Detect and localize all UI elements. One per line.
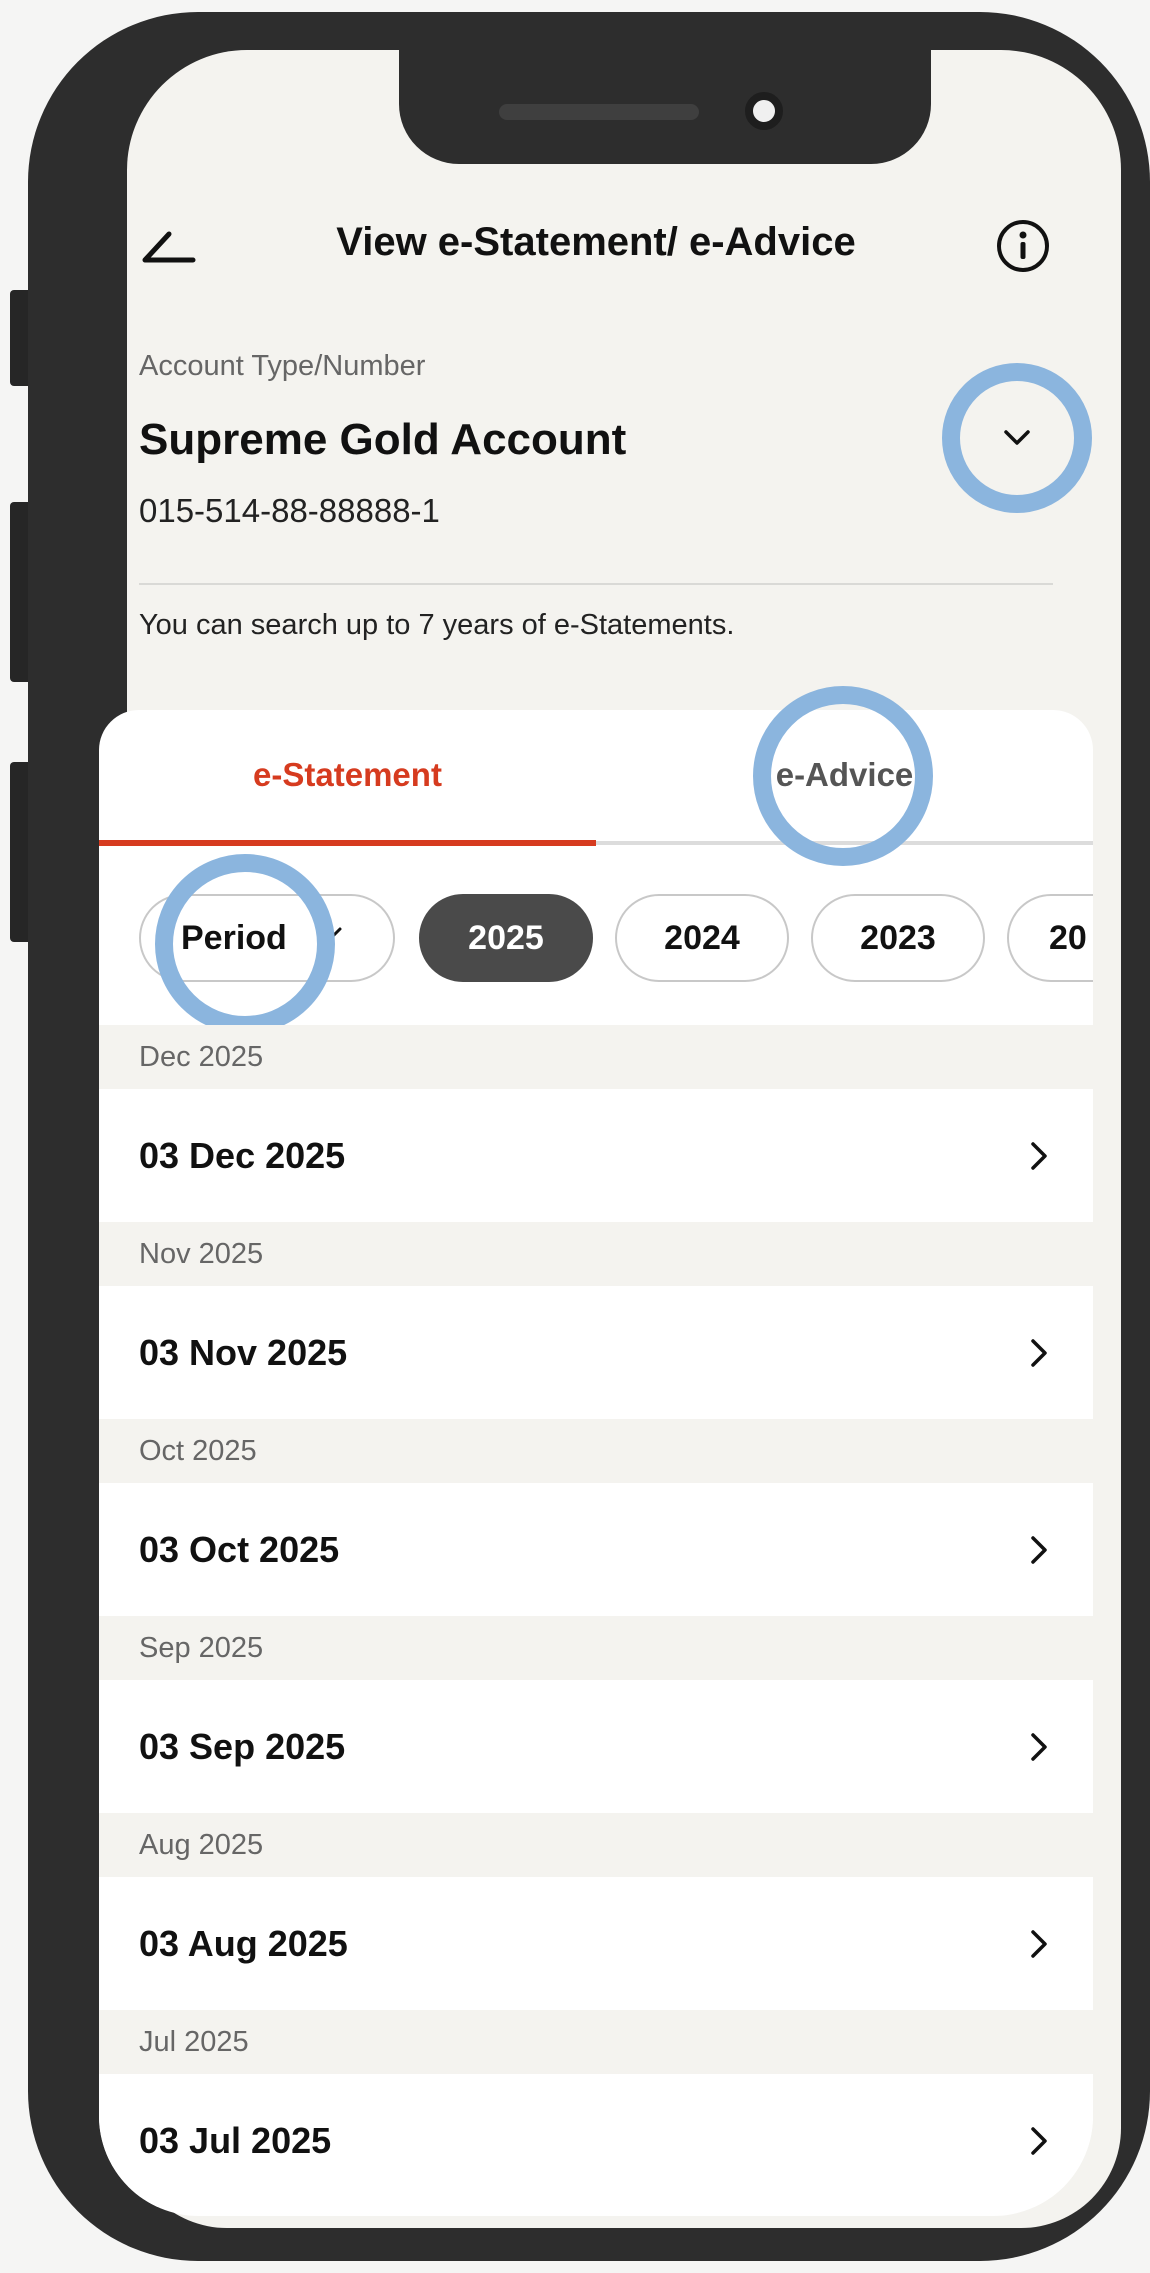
statement-row[interactable]: 03 Nov 2025 (99, 1286, 1093, 1419)
statement-tabs: e-Statement e-Advice (99, 686, 1093, 866)
statement-date: 03 Dec 2025 (139, 1134, 346, 1176)
month-header: Aug 2025 (99, 1813, 1093, 1877)
month-header: Oct 2025 (99, 1419, 1093, 1483)
statement-date: 03 Jul 2025 (139, 2119, 332, 2161)
tab-e-statement[interactable]: e-Statement (99, 710, 596, 840)
account-type-label: Account Type/Number (139, 350, 426, 382)
period-filter-bar: Period 2025 2024 2023 20 (99, 854, 1093, 1034)
statement-row[interactable]: 03 Jul 2025 (99, 2074, 1093, 2207)
statement-row[interactable]: 03 Oct 2025 (99, 1483, 1093, 1616)
statement-date: 03 Aug 2025 (139, 1922, 348, 1964)
year-chip-partial[interactable]: 20 (1007, 894, 1093, 982)
chevron-down-icon (1004, 430, 1030, 445)
chevron-right-icon (1031, 1338, 1047, 1367)
statement-list: Dec 2025 03 Dec 2025 Nov 2025 03 Nov 202… (99, 1025, 1093, 2207)
top-bar: View e-Statement/ e-Advice (99, 200, 1093, 290)
side-button-volume-up (10, 502, 28, 682)
page-title: View e-Statement/ e-Advice (336, 220, 856, 264)
year-chip-2024[interactable]: 2024 (615, 894, 789, 982)
chevron-right-icon (1031, 2126, 1047, 2155)
highlight-ring-e-advice (753, 686, 933, 866)
statement-panel: e-Statement e-Advice Period 2025 2024 20… (99, 686, 1093, 2216)
statement-date: 03 Nov 2025 (139, 1331, 348, 1373)
search-limit-note: You can search up to 7 years of e-Statem… (139, 609, 735, 641)
year-chip-2023[interactable]: 2023 (811, 894, 985, 982)
divider (139, 583, 1053, 585)
account-number: 015-514-88-88888-1 (139, 492, 440, 529)
info-icon[interactable] (995, 218, 1051, 274)
chevron-right-icon (1031, 1535, 1047, 1564)
app-content: View e-Statement/ e-Advice Account Type/… (99, 50, 1093, 2216)
chevron-right-icon (1031, 1141, 1047, 1170)
month-header: Nov 2025 (99, 1222, 1093, 1286)
account-dropdown-button[interactable] (942, 363, 1092, 513)
statement-row[interactable]: 03 Sep 2025 (99, 1680, 1093, 1813)
statement-date: 03 Oct 2025 (139, 1528, 340, 1570)
side-button-volume-down (10, 762, 28, 942)
chevron-right-icon (1031, 1929, 1047, 1958)
side-button-mute (10, 290, 28, 386)
chevron-right-icon (1031, 1732, 1047, 1761)
year-chip-2025[interactable]: 2025 (419, 894, 593, 982)
highlight-ring-period (155, 854, 335, 1034)
account-name: Supreme Gold Account (139, 415, 627, 464)
tab-active-underline (99, 840, 596, 846)
month-header: Jul 2025 (99, 2010, 1093, 2074)
statement-date: 03 Sep 2025 (139, 1725, 346, 1767)
month-header: Dec 2025 (99, 1025, 1093, 1089)
month-header: Sep 2025 (99, 1616, 1093, 1680)
statement-row[interactable]: 03 Aug 2025 (99, 1877, 1093, 2010)
statement-row[interactable]: 03 Dec 2025 (99, 1089, 1093, 1222)
